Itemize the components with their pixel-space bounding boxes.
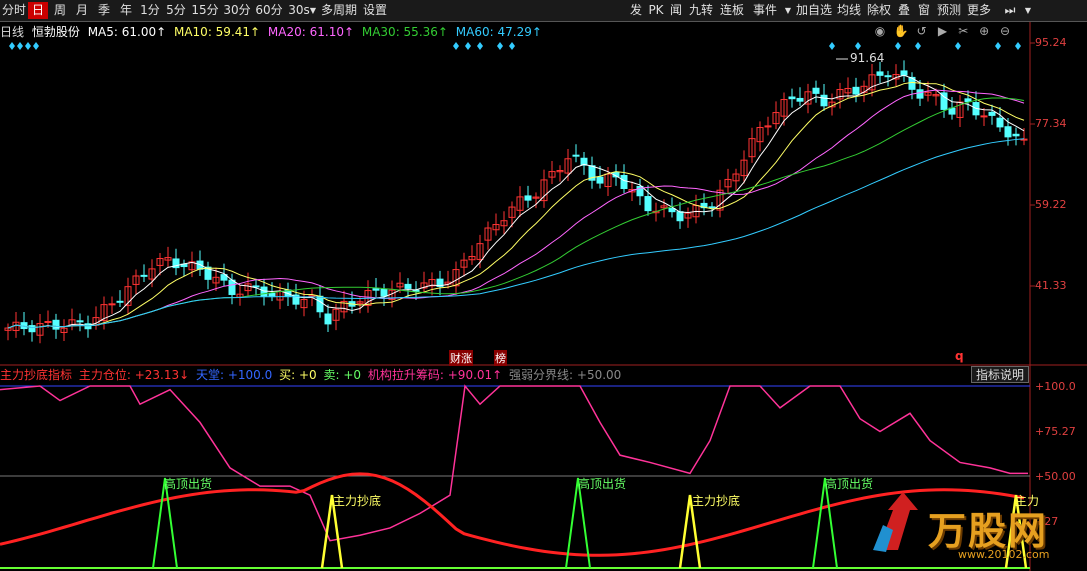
event-diamond-10: [855, 42, 861, 50]
candle-body: [1004, 126, 1012, 138]
event-diamond-5: [465, 42, 471, 50]
candle-body: [228, 279, 236, 295]
candle-body: [964, 98, 972, 103]
ind-axis-label-3: +50.00: [1035, 470, 1076, 483]
indicator-help-button[interactable]: 指标说明: [971, 366, 1029, 383]
candle-body: [268, 292, 276, 298]
candle-body: [852, 86, 860, 95]
candle-body: [876, 71, 884, 76]
ind-axis-label-2: +75.27: [1035, 425, 1076, 438]
indicator-info-bar: 主力抄底指标 主力仓位: +23.13↓ 天堂: +100.0 买: +0 卖:…: [0, 367, 624, 383]
candle-body: [524, 195, 532, 201]
watermark-url: www.20102.com: [958, 548, 1050, 561]
event-diamond-8: [509, 42, 515, 50]
candle-body: [324, 313, 332, 325]
event-diamond-7: [497, 42, 503, 50]
signal-top-3: 高顶出货: [825, 477, 874, 491]
candle-body: [620, 174, 628, 189]
candle-body: [108, 303, 116, 306]
signal-bottom-1: 主力抄底: [333, 494, 382, 508]
event-diamond-3: [33, 42, 39, 50]
event-diamond-6: [477, 42, 483, 50]
indicator-weak: 强弱分界线: +50.00: [509, 368, 622, 382]
candle-body: [916, 89, 924, 99]
event-diamond-0: [9, 42, 15, 50]
price-axis-label-3: 59.22: [1035, 198, 1067, 211]
ma30-line: [7, 97, 1025, 329]
event-tag-caizhang[interactable]: 财涨: [449, 350, 473, 366]
candle-body: [708, 206, 716, 209]
candle-body: [596, 176, 604, 184]
watermark-logo: 万股网 www.20102.com: [868, 490, 1078, 568]
candle-body: [316, 295, 324, 313]
event-diamond-13: [955, 42, 961, 50]
candle-body: [52, 319, 60, 330]
candle-body: [676, 211, 684, 222]
candle-body: [572, 154, 580, 157]
price-axis-label-2: 77.34: [1035, 117, 1067, 130]
signal-bottom-2: 主力抄底: [692, 494, 741, 508]
indicator-name: 主力抄底指标: [0, 368, 73, 382]
candle-body: [644, 196, 652, 212]
watermark-arrow-icon: [873, 492, 918, 552]
candle-body: [820, 94, 828, 107]
candle-body: [44, 320, 52, 323]
ind-axis-label-1: +100.0: [1035, 380, 1076, 393]
signal-top-1: 高顶出货: [164, 477, 213, 491]
event-diamond-2: [25, 42, 31, 50]
candle-body: [988, 111, 996, 116]
candle-body: [900, 70, 908, 76]
indicator-sell: 卖: +0: [323, 368, 362, 382]
candle-body: [404, 283, 412, 289]
price-axis-label-4: 41.33: [1035, 279, 1067, 292]
candle-body: [884, 75, 892, 78]
indicator-position: 主力仓位: +23.13↓: [78, 368, 190, 382]
candle-body: [28, 325, 36, 333]
peak-price-label: 91.64: [850, 51, 885, 65]
candle-body: [996, 117, 1004, 128]
candle-body: [1012, 133, 1020, 137]
ma10-line: [7, 81, 1025, 329]
candle-body: [980, 115, 988, 118]
event-diamond-14: [995, 42, 1001, 50]
candle-body: [140, 274, 148, 277]
signal-top-2: 高顶出货: [578, 477, 627, 491]
candle-body: [788, 96, 796, 100]
candle-body: [380, 288, 388, 297]
event-diamond-9: [829, 42, 835, 50]
event-diamond-12: [915, 42, 921, 50]
event-tag-q[interactable]: q: [955, 349, 964, 363]
event-diamond-11: [895, 42, 901, 50]
watermark-text: 万股网: [928, 509, 1049, 553]
indicator-ceiling: 天堂: +100.0: [196, 368, 273, 382]
event-diamond-4: [453, 42, 459, 50]
ma5-line: [7, 74, 1025, 329]
ma60-line: [7, 138, 1025, 329]
candle-body: [372, 288, 380, 291]
candle-body: [260, 286, 268, 298]
candle-body: [668, 208, 676, 213]
event-tag-bang[interactable]: 榜: [494, 350, 507, 366]
indicator-buy: 买: +0: [279, 368, 317, 382]
event-diamond-1: [17, 42, 23, 50]
event-diamond-15: [1015, 42, 1021, 50]
price-axis-label-1: 95.24: [1035, 36, 1067, 49]
candle-body: [796, 97, 804, 102]
indicator-inst: 机构拉升筹码: +90.01↑: [367, 368, 503, 382]
candle-body: [76, 320, 84, 323]
candle-body: [116, 300, 124, 303]
candle-body: [812, 87, 820, 94]
candle-body: [252, 285, 260, 288]
